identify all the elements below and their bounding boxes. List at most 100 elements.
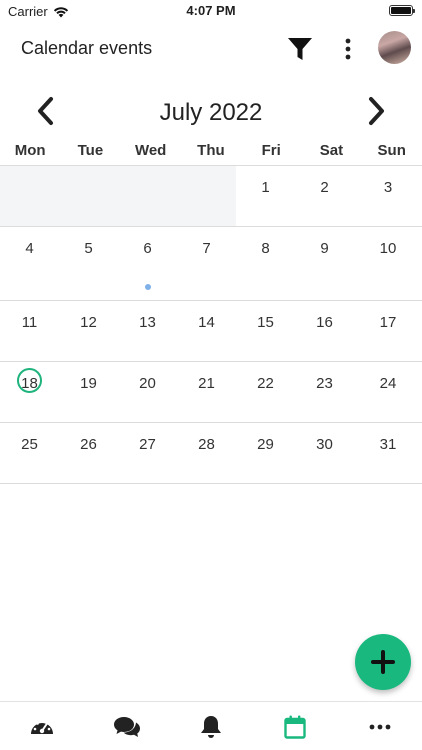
filter-button[interactable] [286,35,314,63]
day-number: 17 [379,314,397,331]
day-number: 1 [261,179,270,196]
chevron-right-icon [369,97,384,125]
week-row: 1 2 3 [0,166,422,227]
day-number: 5 [84,240,93,257]
day-cell[interactable]: 13 [118,301,177,361]
day-cell-empty [177,166,236,226]
weekday-label: Mon [14,142,46,159]
day-cell[interactable]: 28 [177,423,236,483]
day-number: 7 [202,240,211,257]
day-cell[interactable]: 24 [354,362,422,422]
more-horizontal-icon [369,724,391,729]
day-cell-empty [59,166,118,226]
battery-icon [389,5,415,16]
day-number: 27 [139,436,156,453]
weekday-label: Wed [134,142,167,159]
day-number: 9 [320,240,329,257]
day-cell[interactable]: 30 [295,423,354,483]
day-number: 21 [198,375,215,392]
add-event-button[interactable] [355,634,411,690]
weekday-label: Fri [261,142,281,159]
day-cell[interactable]: 14 [177,301,236,361]
week-row: 11 12 13 14 15 16 17 [0,301,422,362]
day-number: 19 [80,375,97,392]
day-number: 11 [21,314,38,331]
day-cell[interactable]: 25 [0,423,59,483]
day-cell-empty [0,166,59,226]
day-number: 22 [257,375,274,392]
status-time: 4:07 PM [186,3,236,18]
tab-calendar[interactable] [253,702,337,750]
tab-more[interactable] [338,702,422,750]
day-number: 25 [21,436,38,453]
day-cell[interactable]: 12 [59,301,118,361]
more-vertical-icon [345,38,351,60]
day-number: 12 [80,314,97,331]
month-navigation: July 2022 [0,90,422,132]
status-bar: Carrier 4:07 PM [0,0,422,22]
day-cell[interactable]: 5 [59,227,118,300]
day-number: 24 [379,375,397,392]
day-cell[interactable]: 21 [177,362,236,422]
day-number: 3 [383,179,393,196]
tab-notifications[interactable] [169,702,253,750]
day-number: 28 [198,436,215,453]
weekday-label: Tue [77,142,104,159]
week-row: 18 19 20 21 22 23 24 [0,362,422,423]
day-cell[interactable]: 19 [59,362,118,422]
day-cell[interactable]: 22 [236,362,295,422]
day-number: 29 [257,436,274,453]
day-cell[interactable]: 29 [236,423,295,483]
day-cell[interactable]: 8 [236,227,295,300]
weekday-header: Mon Tue Wed Thu Fri Sat Sun [0,142,422,166]
tab-messages[interactable] [84,702,168,750]
more-options-button[interactable] [338,36,358,62]
day-cell[interactable]: 9 [295,227,354,300]
day-cell[interactable]: 31 [354,423,422,483]
week-row: 4 5 6 7 8 9 10 [0,227,422,301]
day-number: 4 [25,240,34,257]
day-cell[interactable]: 15 [236,301,295,361]
day-number: 31 [379,436,397,453]
day-cell[interactable]: 3 [354,166,422,226]
bottom-tab-bar [0,701,422,750]
day-number: 6 [143,240,152,257]
day-cell[interactable]: 4 [0,227,59,300]
week-row: 25 26 27 28 29 30 31 [0,423,422,484]
event-indicator-dot [144,284,151,290]
day-number: 23 [316,375,333,392]
day-cell[interactable]: 18 [0,362,59,422]
day-cell[interactable]: 17 [354,301,422,361]
avatar[interactable] [378,31,411,64]
day-cell[interactable]: 20 [118,362,177,422]
day-cell[interactable]: 11 [0,301,59,361]
app-header: Calendar events [0,26,422,72]
day-number: 18 [21,375,38,392]
tab-dashboard[interactable] [0,702,84,750]
day-number: 2 [320,179,329,196]
day-cell[interactable]: 23 [295,362,354,422]
calendar-grid: 1 2 3 4 5 6 7 8 9 10 11 12 13 14 15 16 17 18 19 20 21 22 23 24 2… [0,166,422,484]
next-month-button[interactable] [364,95,388,127]
day-cell[interactable]: 16 [295,301,354,361]
day-cell[interactable]: 27 [118,423,177,483]
day-cell-empty [118,166,177,226]
plus-icon [371,650,395,674]
day-cell[interactable]: 26 [59,423,118,483]
day-cell[interactable]: 6 [118,227,177,300]
day-cell[interactable]: 7 [177,227,236,300]
day-number: 8 [261,240,270,257]
day-number: 20 [139,375,156,392]
day-cell[interactable]: 10 [354,227,422,300]
bell-icon [200,715,221,738]
day-number: 10 [379,240,397,257]
day-cell[interactable]: 1 [236,166,295,226]
calendar-icon [284,715,307,739]
day-number: 16 [316,314,333,331]
chat-icon [113,716,140,737]
day-number: 30 [316,436,333,453]
dashboard-icon [31,719,54,734]
page-title: Calendar events [21,38,153,58]
filter-icon [288,38,312,60]
day-cell[interactable]: 2 [295,166,354,226]
